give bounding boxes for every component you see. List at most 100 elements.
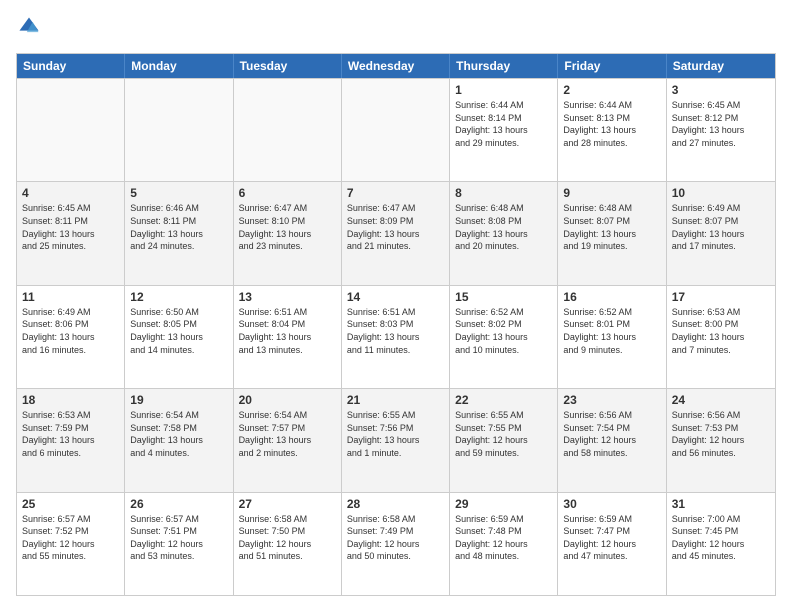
day-info: Sunrise: 6:52 AM Sunset: 8:01 PM Dayligh… <box>563 306 660 356</box>
day-number: 2 <box>563 83 660 97</box>
calendar-day-8: 8 Sunrise: 6:48 AM Sunset: 8:08 PM Daylig… <box>450 182 558 284</box>
day-number: 8 <box>455 186 552 200</box>
day-info: Sunrise: 6:47 AM Sunset: 8:09 PM Dayligh… <box>347 202 444 252</box>
day-info: Sunrise: 7:00 AM Sunset: 7:45 PM Dayligh… <box>672 513 770 563</box>
calendar-day-6: 6 Sunrise: 6:47 AM Sunset: 8:10 PM Daylig… <box>234 182 342 284</box>
day-number: 29 <box>455 497 552 511</box>
day-number: 27 <box>239 497 336 511</box>
calendar-empty-cell <box>17 79 125 181</box>
calendar-day-17: 17 Sunrise: 6:53 AM Sunset: 8:00 PM Dayli… <box>667 286 775 388</box>
calendar-day-28: 28 Sunrise: 6:58 AM Sunset: 7:49 PM Dayli… <box>342 493 450 595</box>
day-info: Sunrise: 6:54 AM Sunset: 7:58 PM Dayligh… <box>130 409 227 459</box>
calendar-day-21: 21 Sunrise: 6:55 AM Sunset: 7:56 PM Dayli… <box>342 389 450 491</box>
day-number: 1 <box>455 83 552 97</box>
day-number: 10 <box>672 186 770 200</box>
calendar-day-3: 3Sunrise: 6:45 AM Sunset: 8:12 PM Daylig… <box>667 79 775 181</box>
day-number: 14 <box>347 290 444 304</box>
weekday-header-thursday: Thursday <box>450 54 558 78</box>
calendar-day-20: 20 Sunrise: 6:54 AM Sunset: 7:57 PM Dayli… <box>234 389 342 491</box>
day-info: Sunrise: 6:58 AM Sunset: 7:49 PM Dayligh… <box>347 513 444 563</box>
day-info: Sunrise: 6:46 AM Sunset: 8:11 PM Dayligh… <box>130 202 227 252</box>
calendar-body: 1 Sunrise: 6:44 AM Sunset: 8:14 PM Daylig… <box>17 78 775 595</box>
day-number: 22 <box>455 393 552 407</box>
calendar-day-25: 25Sunrise: 6:57 AM Sunset: 7:52 PM Dayli… <box>17 493 125 595</box>
day-info: Sunrise: 6:51 AM Sunset: 8:04 PM Dayligh… <box>239 306 336 356</box>
day-info: Sunrise: 6:49 AM Sunset: 8:06 PM Dayligh… <box>22 306 119 356</box>
day-number: 20 <box>239 393 336 407</box>
day-info: Sunrise: 6:44 AM Sunset: 8:14 PM Dayligh… <box>455 99 552 149</box>
day-info: Sunrise: 6:54 AM Sunset: 7:57 PM Dayligh… <box>239 409 336 459</box>
calendar-day-7: 7 Sunrise: 6:47 AM Sunset: 8:09 PM Daylig… <box>342 182 450 284</box>
calendar-day-18: 18 Sunrise: 6:53 AM Sunset: 7:59 PM Dayli… <box>17 389 125 491</box>
calendar-day-22: 22 Sunrise: 6:55 AM Sunset: 7:55 PM Dayli… <box>450 389 558 491</box>
weekday-header-friday: Friday <box>558 54 666 78</box>
calendar-day-26: 26 Sunrise: 6:57 AM Sunset: 7:51 PM Dayli… <box>125 493 233 595</box>
calendar-day-24: 24 Sunrise: 6:56 AM Sunset: 7:53 PM Dayli… <box>667 389 775 491</box>
day-number: 9 <box>563 186 660 200</box>
day-number: 19 <box>130 393 227 407</box>
day-number: 24 <box>672 393 770 407</box>
weekday-header-tuesday: Tuesday <box>234 54 342 78</box>
day-info: Sunrise: 6:56 AM Sunset: 7:53 PM Dayligh… <box>672 409 770 459</box>
calendar-day-23: 23 Sunrise: 6:56 AM Sunset: 7:54 PM Dayli… <box>558 389 666 491</box>
calendar-empty-cell <box>125 79 233 181</box>
calendar-day-2: 2Sunrise: 6:44 AM Sunset: 8:13 PM Daylig… <box>558 79 666 181</box>
calendar-empty-cell <box>234 79 342 181</box>
day-number: 6 <box>239 186 336 200</box>
day-info: Sunrise: 6:50 AM Sunset: 8:05 PM Dayligh… <box>130 306 227 356</box>
day-info: Sunrise: 6:48 AM Sunset: 8:08 PM Dayligh… <box>455 202 552 252</box>
day-number: 15 <box>455 290 552 304</box>
calendar-row: 11 Sunrise: 6:49 AM Sunset: 8:06 PM Dayli… <box>17 285 775 388</box>
calendar-day-29: 29 Sunrise: 6:59 AM Sunset: 7:48 PM Dayli… <box>450 493 558 595</box>
day-info: Sunrise: 6:53 AM Sunset: 8:00 PM Dayligh… <box>672 306 770 356</box>
day-info: Sunrise: 6:59 AM Sunset: 7:48 PM Dayligh… <box>455 513 552 563</box>
logo <box>16 16 44 43</box>
day-number: 17 <box>672 290 770 304</box>
day-info: Sunrise: 6:59 AM Sunset: 7:47 PM Dayligh… <box>563 513 660 563</box>
day-number: 21 <box>347 393 444 407</box>
calendar-day-13: 13 Sunrise: 6:51 AM Sunset: 8:04 PM Dayli… <box>234 286 342 388</box>
day-number: 25 <box>22 497 119 511</box>
day-number: 7 <box>347 186 444 200</box>
day-info: Sunrise: 6:52 AM Sunset: 8:02 PM Dayligh… <box>455 306 552 356</box>
day-number: 11 <box>22 290 119 304</box>
day-number: 26 <box>130 497 227 511</box>
calendar-day-15: 15 Sunrise: 6:52 AM Sunset: 8:02 PM Dayli… <box>450 286 558 388</box>
day-number: 23 <box>563 393 660 407</box>
day-number: 31 <box>672 497 770 511</box>
weekday-header-wednesday: Wednesday <box>342 54 450 78</box>
day-info: Sunrise: 6:49 AM Sunset: 8:07 PM Dayligh… <box>672 202 770 252</box>
day-info: Sunrise: 6:48 AM Sunset: 8:07 PM Dayligh… <box>563 202 660 252</box>
day-info: Sunrise: 6:55 AM Sunset: 7:56 PM Dayligh… <box>347 409 444 459</box>
header <box>16 16 776 43</box>
day-info: Sunrise: 6:47 AM Sunset: 8:10 PM Dayligh… <box>239 202 336 252</box>
day-number: 18 <box>22 393 119 407</box>
calendar-day-27: 27 Sunrise: 6:58 AM Sunset: 7:50 PM Dayli… <box>234 493 342 595</box>
weekday-header-sunday: Sunday <box>17 54 125 78</box>
day-number: 12 <box>130 290 227 304</box>
day-info: Sunrise: 6:53 AM Sunset: 7:59 PM Dayligh… <box>22 409 119 459</box>
day-number: 28 <box>347 497 444 511</box>
calendar-empty-cell <box>342 79 450 181</box>
page: SundayMondayTuesdayWednesdayThursdayFrid… <box>0 0 792 612</box>
day-info: Sunrise: 6:57 AM Sunset: 7:51 PM Dayligh… <box>130 513 227 563</box>
day-info: Sunrise: 6:58 AM Sunset: 7:50 PM Dayligh… <box>239 513 336 563</box>
day-info: Sunrise: 6:55 AM Sunset: 7:55 PM Dayligh… <box>455 409 552 459</box>
calendar-day-31: 31 Sunrise: 7:00 AM Sunset: 7:45 PM Dayli… <box>667 493 775 595</box>
day-info: Sunrise: 6:45 AM Sunset: 8:12 PM Dayligh… <box>672 99 770 149</box>
calendar-day-1: 1 Sunrise: 6:44 AM Sunset: 8:14 PM Daylig… <box>450 79 558 181</box>
calendar-row: 18 Sunrise: 6:53 AM Sunset: 7:59 PM Dayli… <box>17 388 775 491</box>
day-number: 16 <box>563 290 660 304</box>
calendar-day-11: 11 Sunrise: 6:49 AM Sunset: 8:06 PM Dayli… <box>17 286 125 388</box>
day-info: Sunrise: 6:51 AM Sunset: 8:03 PM Dayligh… <box>347 306 444 356</box>
calendar-day-10: 10 Sunrise: 6:49 AM Sunset: 8:07 PM Dayli… <box>667 182 775 284</box>
calendar-row: 4Sunrise: 6:45 AM Sunset: 8:11 PM Daylig… <box>17 181 775 284</box>
calendar-day-12: 12 Sunrise: 6:50 AM Sunset: 8:05 PM Dayli… <box>125 286 233 388</box>
day-info: Sunrise: 6:56 AM Sunset: 7:54 PM Dayligh… <box>563 409 660 459</box>
calendar-day-19: 19 Sunrise: 6:54 AM Sunset: 7:58 PM Dayli… <box>125 389 233 491</box>
calendar-day-5: 5Sunrise: 6:46 AM Sunset: 8:11 PM Daylig… <box>125 182 233 284</box>
logo-icon <box>18 16 40 38</box>
calendar-row: 1 Sunrise: 6:44 AM Sunset: 8:14 PM Daylig… <box>17 78 775 181</box>
day-info: Sunrise: 6:45 AM Sunset: 8:11 PM Dayligh… <box>22 202 119 252</box>
day-number: 13 <box>239 290 336 304</box>
